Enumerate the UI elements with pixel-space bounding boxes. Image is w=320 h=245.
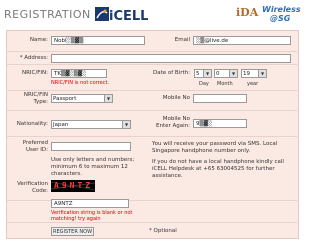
dob-year-value: 19 [243,71,250,77]
nationality-select[interactable]: Japan ▼ [51,120,131,129]
user-id-label-line1: Preferred [22,140,48,146]
dob-day-value: 5 [196,71,200,77]
name-label: Name: [29,37,48,43]
nationality-value: Japan [53,122,69,128]
row-divider [6,222,297,223]
ida-logo: iDA [236,6,259,19]
icell-logo: iCELL [95,5,148,25]
helpdesk-note: If you do not have a local handphone kin… [152,159,284,179]
name-field[interactable]: Nobl░▒▓▒ [51,36,145,45]
row-divider [6,110,297,111]
nric-type-select[interactable]: Passport ▼ [51,94,113,103]
icell-logo-text: iCELL [109,9,149,24]
sms-note: You will receive your password via SMS. … [152,141,278,154]
row-divider [6,90,297,91]
optional-note: * Optional [149,228,177,234]
icell-logo-icon [95,7,109,21]
mobile-again-field[interactable]: 9▒▓░ [193,119,247,128]
address-field[interactable] [51,54,291,63]
verification-label-line1: Verification [17,181,48,187]
dob-label: Date of Birth: [152,70,190,76]
wireless-logo-line1: Wireless [262,5,301,14]
nric-type-label-line2: Type: [33,99,49,105]
dob-month-caption: Month [217,81,233,87]
row-divider [6,51,297,52]
wireless-logo-line2: @SG [270,14,291,23]
email-field[interactable]: ░▒@live.de [193,36,291,45]
verification-error: Verification string is blank or not matc… [51,210,133,222]
user-id-field[interactable] [51,142,131,151]
verification-label-line2: Code: [32,188,48,194]
email-label: Email [174,37,190,43]
address-label: * Address: [19,55,48,61]
user-id-label-line2: User ID: [26,147,48,153]
captcha-text: A9NTZ [54,181,94,190]
nric-type-label-line1: NRIC/FIN [23,92,48,98]
dob-year-caption: year [247,81,259,87]
nric-field[interactable]: TK▒▓░▒▓░ [51,69,107,78]
nric-type-value: Passport [53,96,77,102]
chevron-down-icon: ▼ [122,121,130,128]
dob-month-select[interactable]: 0 ▼ [214,69,238,78]
mobile-label: Mobile No [162,95,190,101]
dob-year-select[interactable]: 19 ▼ [241,69,267,78]
mobile-field[interactable] [193,94,247,103]
captcha-image: A9NTZ [51,180,95,192]
verification-field[interactable]: A9NTZ [51,199,129,208]
chevron-down-icon: ▼ [258,70,266,77]
dob-day-select[interactable]: 5 ▼ [194,69,212,78]
register-now-button[interactable]: REGISTER NOW [51,227,94,236]
chevron-down-icon: ▼ [203,70,211,77]
chevron-down-icon: ▼ [229,70,237,77]
row-divider [6,200,297,201]
chevron-down-icon: ▼ [104,95,112,102]
mobile-again-label-line1: Mobile No [162,116,190,122]
mobile-again-label-line2: Enter Again: [155,123,190,129]
user-id-hint: Use only letters and numbers; minimum 6 … [51,157,135,177]
nric-error: NRIC/FIN is not correct. [51,80,110,86]
nric-label: NRIC/FIN: [21,70,48,76]
row-divider [6,136,297,137]
row-divider [6,64,297,65]
nationality-label: Nationality: [16,121,48,127]
page-header: REGISTRATION iCELL iDA Wireless @SG [0,0,301,30]
dob-month-value: 0 [216,71,220,77]
dob-day-caption: Day [199,81,209,87]
page-title: REGISTRATION [4,8,91,21]
